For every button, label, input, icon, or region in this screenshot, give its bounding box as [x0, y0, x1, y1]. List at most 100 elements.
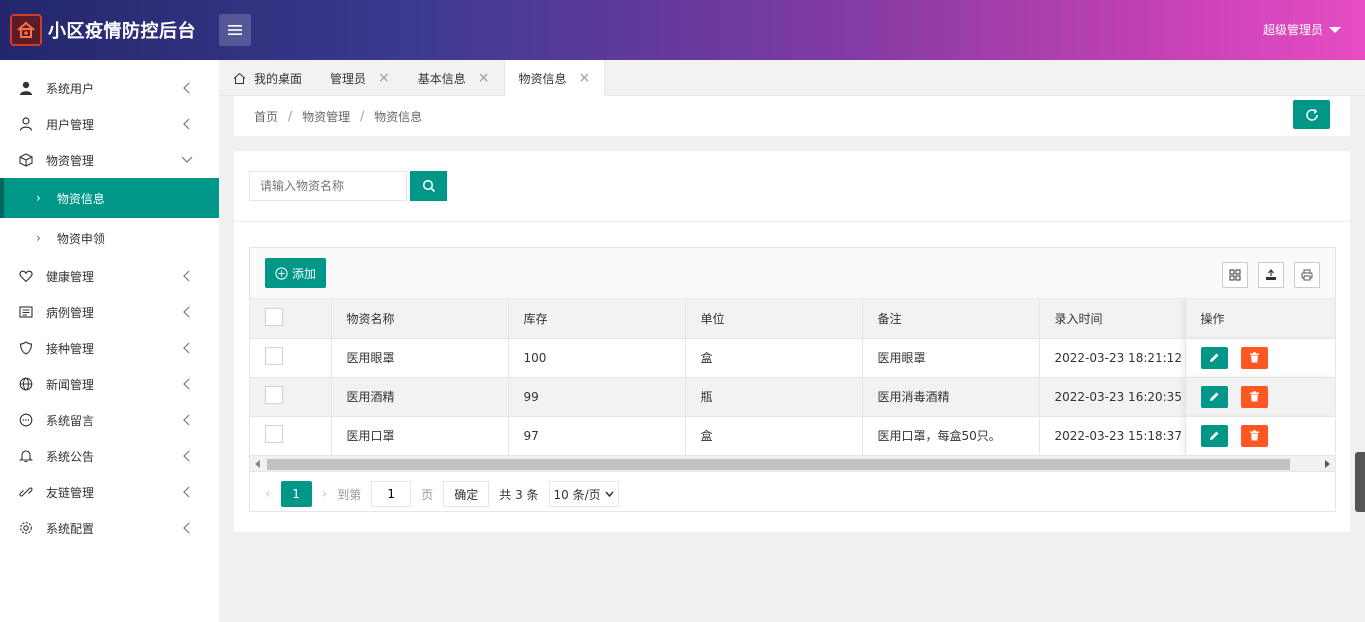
sidebar-subitem-supplies-info[interactable]: › 物资信息: [0, 178, 219, 218]
tab-basic-info[interactable]: 基本信息 ×: [404, 60, 504, 96]
delete-button[interactable]: [1241, 385, 1269, 408]
sidebar-subitem-supplies-request[interactable]: › 物资申领: [0, 218, 219, 258]
chevron-left-icon: [183, 82, 190, 94]
goto-label: 到第: [337, 487, 362, 502]
breadcrumb-current: 物资信息: [374, 109, 423, 124]
horizontal-scrollbar[interactable]: [250, 455, 1335, 472]
trash-icon: [1250, 351, 1260, 362]
tab-label: 管理员: [330, 71, 367, 86]
sidebar-item-links-management[interactable]: 友链管理: [0, 474, 219, 510]
menu-toggle-button[interactable]: [219, 14, 251, 46]
chevron-left-icon: [183, 414, 190, 426]
total-count: 共 3 条: [499, 487, 539, 502]
search-button[interactable]: [410, 171, 447, 201]
search-row: [249, 171, 447, 201]
tab-label: 我的桌面: [254, 71, 303, 86]
scroll-left-icon[interactable]: [255, 459, 260, 468]
breadcrumb-supplies-management[interactable]: 物资管理: [302, 108, 350, 125]
close-icon[interactable]: ×: [579, 70, 591, 86]
supplies-table: 物资名称 库存 单位 备注 录入时间 操作 医用眼罩 100 盒 医用眼罩 20…: [250, 299, 1336, 456]
hamburger-icon: [228, 25, 242, 35]
export-button[interactable]: [1258, 262, 1284, 288]
search-icon: [422, 179, 435, 193]
row-checkbox[interactable]: [265, 386, 283, 404]
pencil-icon: [1209, 431, 1218, 440]
cell-remark: 医用眼罩: [862, 338, 1040, 378]
cell-unit: 瓶: [685, 377, 863, 417]
goto-confirm-button[interactable]: 确定: [443, 481, 490, 507]
page-size-select[interactable]: 10 条/页: [548, 481, 619, 507]
header-checkbox-cell[interactable]: [250, 299, 332, 339]
sidebar-item-news-management[interactable]: 新闻管理: [0, 366, 219, 402]
tab-my-desktop[interactable]: 我的桌面: [219, 60, 316, 96]
table-row: 医用口罩 97 盒 医用口罩，每盒50只。 2022-03-23 15:18:3…: [250, 416, 1336, 456]
sidebar-item-label: 病例管理: [46, 305, 95, 320]
edit-button[interactable]: [1200, 346, 1228, 369]
shield-icon: [18, 340, 34, 356]
row-checkbox[interactable]: [265, 347, 283, 365]
cell-actions: [1185, 338, 1336, 378]
sidebar-item-case-management[interactable]: 病例管理: [0, 294, 219, 330]
sidebar-item-health-management[interactable]: 健康管理: [0, 258, 219, 294]
chevron-down-icon: [181, 156, 193, 163]
refresh-button[interactable]: [1293, 100, 1330, 129]
plus-circle-icon: [275, 266, 288, 280]
chevron-left-icon: [183, 378, 190, 390]
cell-stock: 99: [508, 377, 686, 417]
sidebar-item-system-announcements[interactable]: 系统公告: [0, 438, 219, 474]
breadcrumb: 首页 / 物资管理 / 物资信息: [234, 96, 1350, 136]
cell-actions: [1185, 416, 1336, 456]
cell-time: 2022-03-23 18:21:12: [1039, 338, 1186, 378]
table-row: 医用酒精 99 瓶 医用消毒酒精 2022-03-23 16:20:35: [250, 377, 1336, 417]
cell-stock: 100: [508, 338, 686, 378]
table-toolbar: 添加: [250, 248, 1335, 299]
home-icon: [233, 72, 246, 84]
prev-page-icon[interactable]: ‹: [265, 486, 271, 502]
print-icon: [1301, 269, 1313, 281]
trash-icon: [1250, 429, 1260, 440]
add-button[interactable]: 添加: [265, 258, 327, 288]
cell-stock: 97: [508, 416, 686, 456]
edit-button[interactable]: [1200, 385, 1228, 408]
sidebar-item-system-users[interactable]: 系统用户: [0, 70, 219, 106]
tab-label: 基本信息: [417, 71, 466, 86]
scrollbar-thumb[interactable]: [267, 458, 1290, 470]
trash-icon: [1250, 390, 1260, 401]
next-page-icon[interactable]: ›: [322, 486, 328, 502]
chevron-left-icon: [183, 522, 190, 534]
table-row: 医用眼罩 100 盒 医用眼罩 2022-03-23 18:21:12: [250, 338, 1336, 378]
close-icon[interactable]: ×: [478, 70, 490, 86]
tab-admin[interactable]: 管理员 ×: [316, 60, 404, 96]
sidebar-item-label: 友链管理: [46, 485, 95, 500]
pencil-icon: [1209, 392, 1218, 401]
window-scroll-handle[interactable]: [1355, 452, 1365, 512]
scroll-right-icon[interactable]: [1325, 459, 1330, 468]
delete-button[interactable]: [1241, 346, 1269, 369]
close-icon[interactable]: ×: [378, 70, 390, 86]
sidebar-item-label: 新闻管理: [46, 377, 95, 392]
data-table: 添加 物资名称 库存 单位 备注 录入时间 操作 医用眼罩 100 盒 医用眼罩…: [249, 247, 1336, 512]
sidebar-item-supplies-management[interactable]: 物资管理: [0, 142, 219, 178]
sidebar-item-vaccination-management[interactable]: 接种管理: [0, 330, 219, 366]
edit-button[interactable]: [1200, 424, 1228, 447]
column-header: 备注: [862, 299, 1040, 339]
page-size-value: 10 条/页: [553, 487, 601, 502]
link-icon: [18, 484, 34, 500]
sidebar-item-system-messages[interactable]: 系统留言: [0, 402, 219, 438]
chevron-left-icon: [183, 486, 190, 498]
user-menu[interactable]: 超级管理员: [1263, 21, 1341, 38]
select-all-checkbox[interactable]: [265, 307, 283, 326]
breadcrumb-home[interactable]: 首页: [254, 108, 278, 125]
search-input[interactable]: [249, 171, 407, 201]
delete-button[interactable]: [1241, 424, 1269, 447]
columns-filter-button[interactable]: [1222, 262, 1248, 288]
chevron-left-icon: [183, 450, 190, 462]
row-checkbox[interactable]: [265, 425, 283, 443]
sidebar-item-user-management[interactable]: 用户管理: [0, 106, 219, 142]
print-button[interactable]: [1294, 262, 1320, 288]
goto-page-input[interactable]: [371, 481, 412, 507]
sidebar-item-system-config[interactable]: 系统配置: [0, 510, 219, 546]
sidebar-item-label: 接种管理: [46, 341, 95, 356]
tab-supplies-info[interactable]: 物资信息 ×: [503, 60, 606, 96]
current-page[interactable]: 1: [280, 481, 312, 507]
